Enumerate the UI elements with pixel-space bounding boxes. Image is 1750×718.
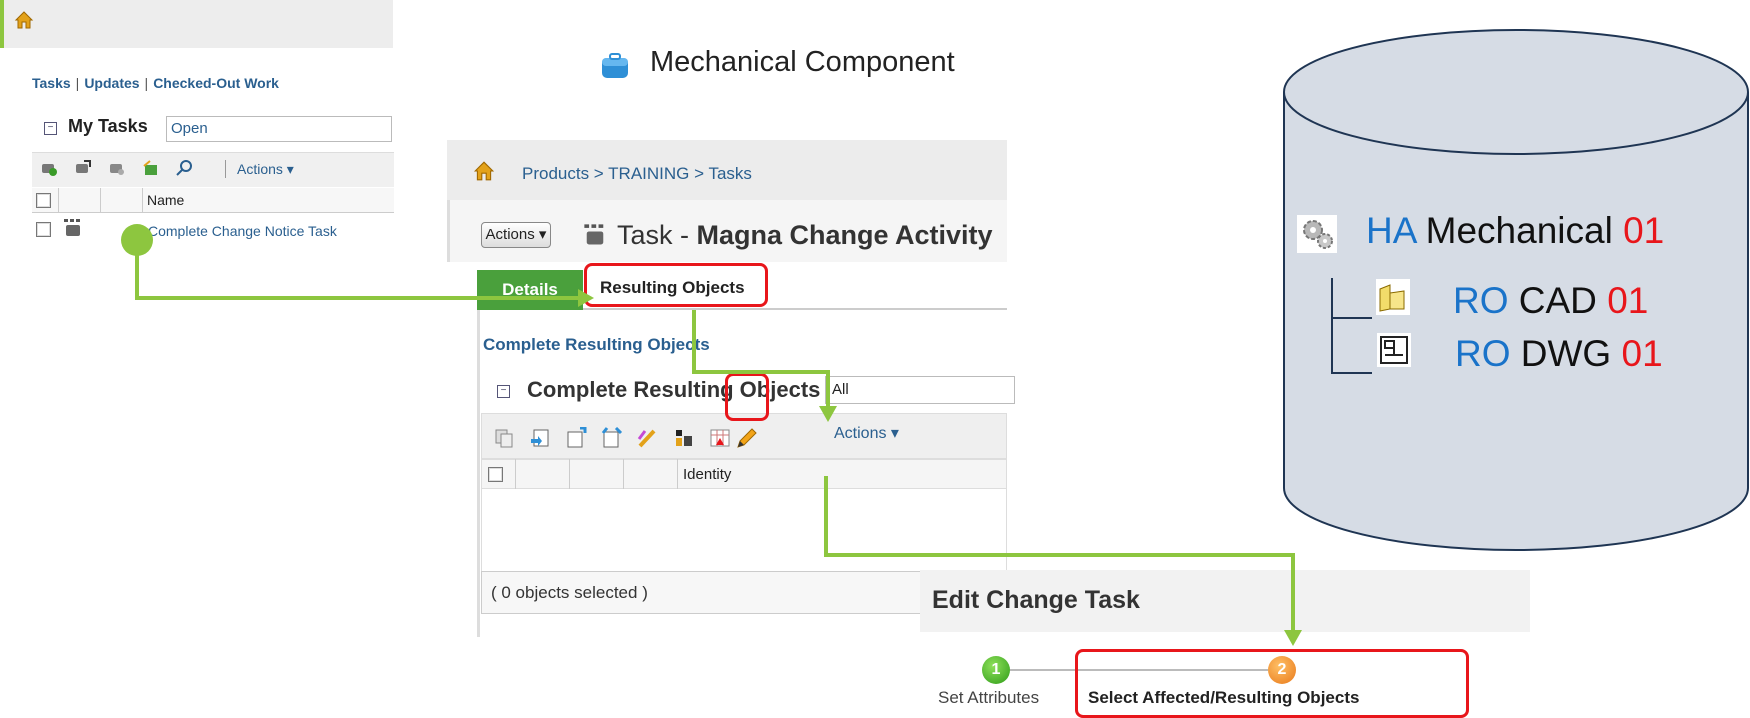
gear-icon bbox=[1297, 215, 1337, 253]
child-prefix: RO bbox=[1455, 333, 1511, 374]
drawing-icon bbox=[1377, 333, 1411, 367]
connector-to-edit-dialog bbox=[824, 476, 1302, 646]
child-revision: 01 bbox=[1607, 280, 1649, 321]
tree-root: HA Mechanical 01 bbox=[1366, 210, 1664, 252]
child-name: CAD bbox=[1518, 280, 1597, 321]
tree-child-cad: RO CAD 01 bbox=[1453, 280, 1648, 322]
root-name: Mechanical bbox=[1425, 210, 1613, 251]
connector-to-edit-button bbox=[692, 310, 837, 422]
connector-to-resulting-objects bbox=[135, 240, 594, 307]
child-name: DWG bbox=[1520, 333, 1612, 374]
child-revision: 01 bbox=[1621, 333, 1663, 374]
cad-part-icon bbox=[1376, 279, 1410, 315]
child-prefix: RO bbox=[1453, 280, 1509, 321]
root-revision: 01 bbox=[1623, 210, 1665, 251]
root-prefix: HA bbox=[1366, 210, 1416, 251]
tree-child-dwg: RO DWG 01 bbox=[1455, 333, 1663, 375]
